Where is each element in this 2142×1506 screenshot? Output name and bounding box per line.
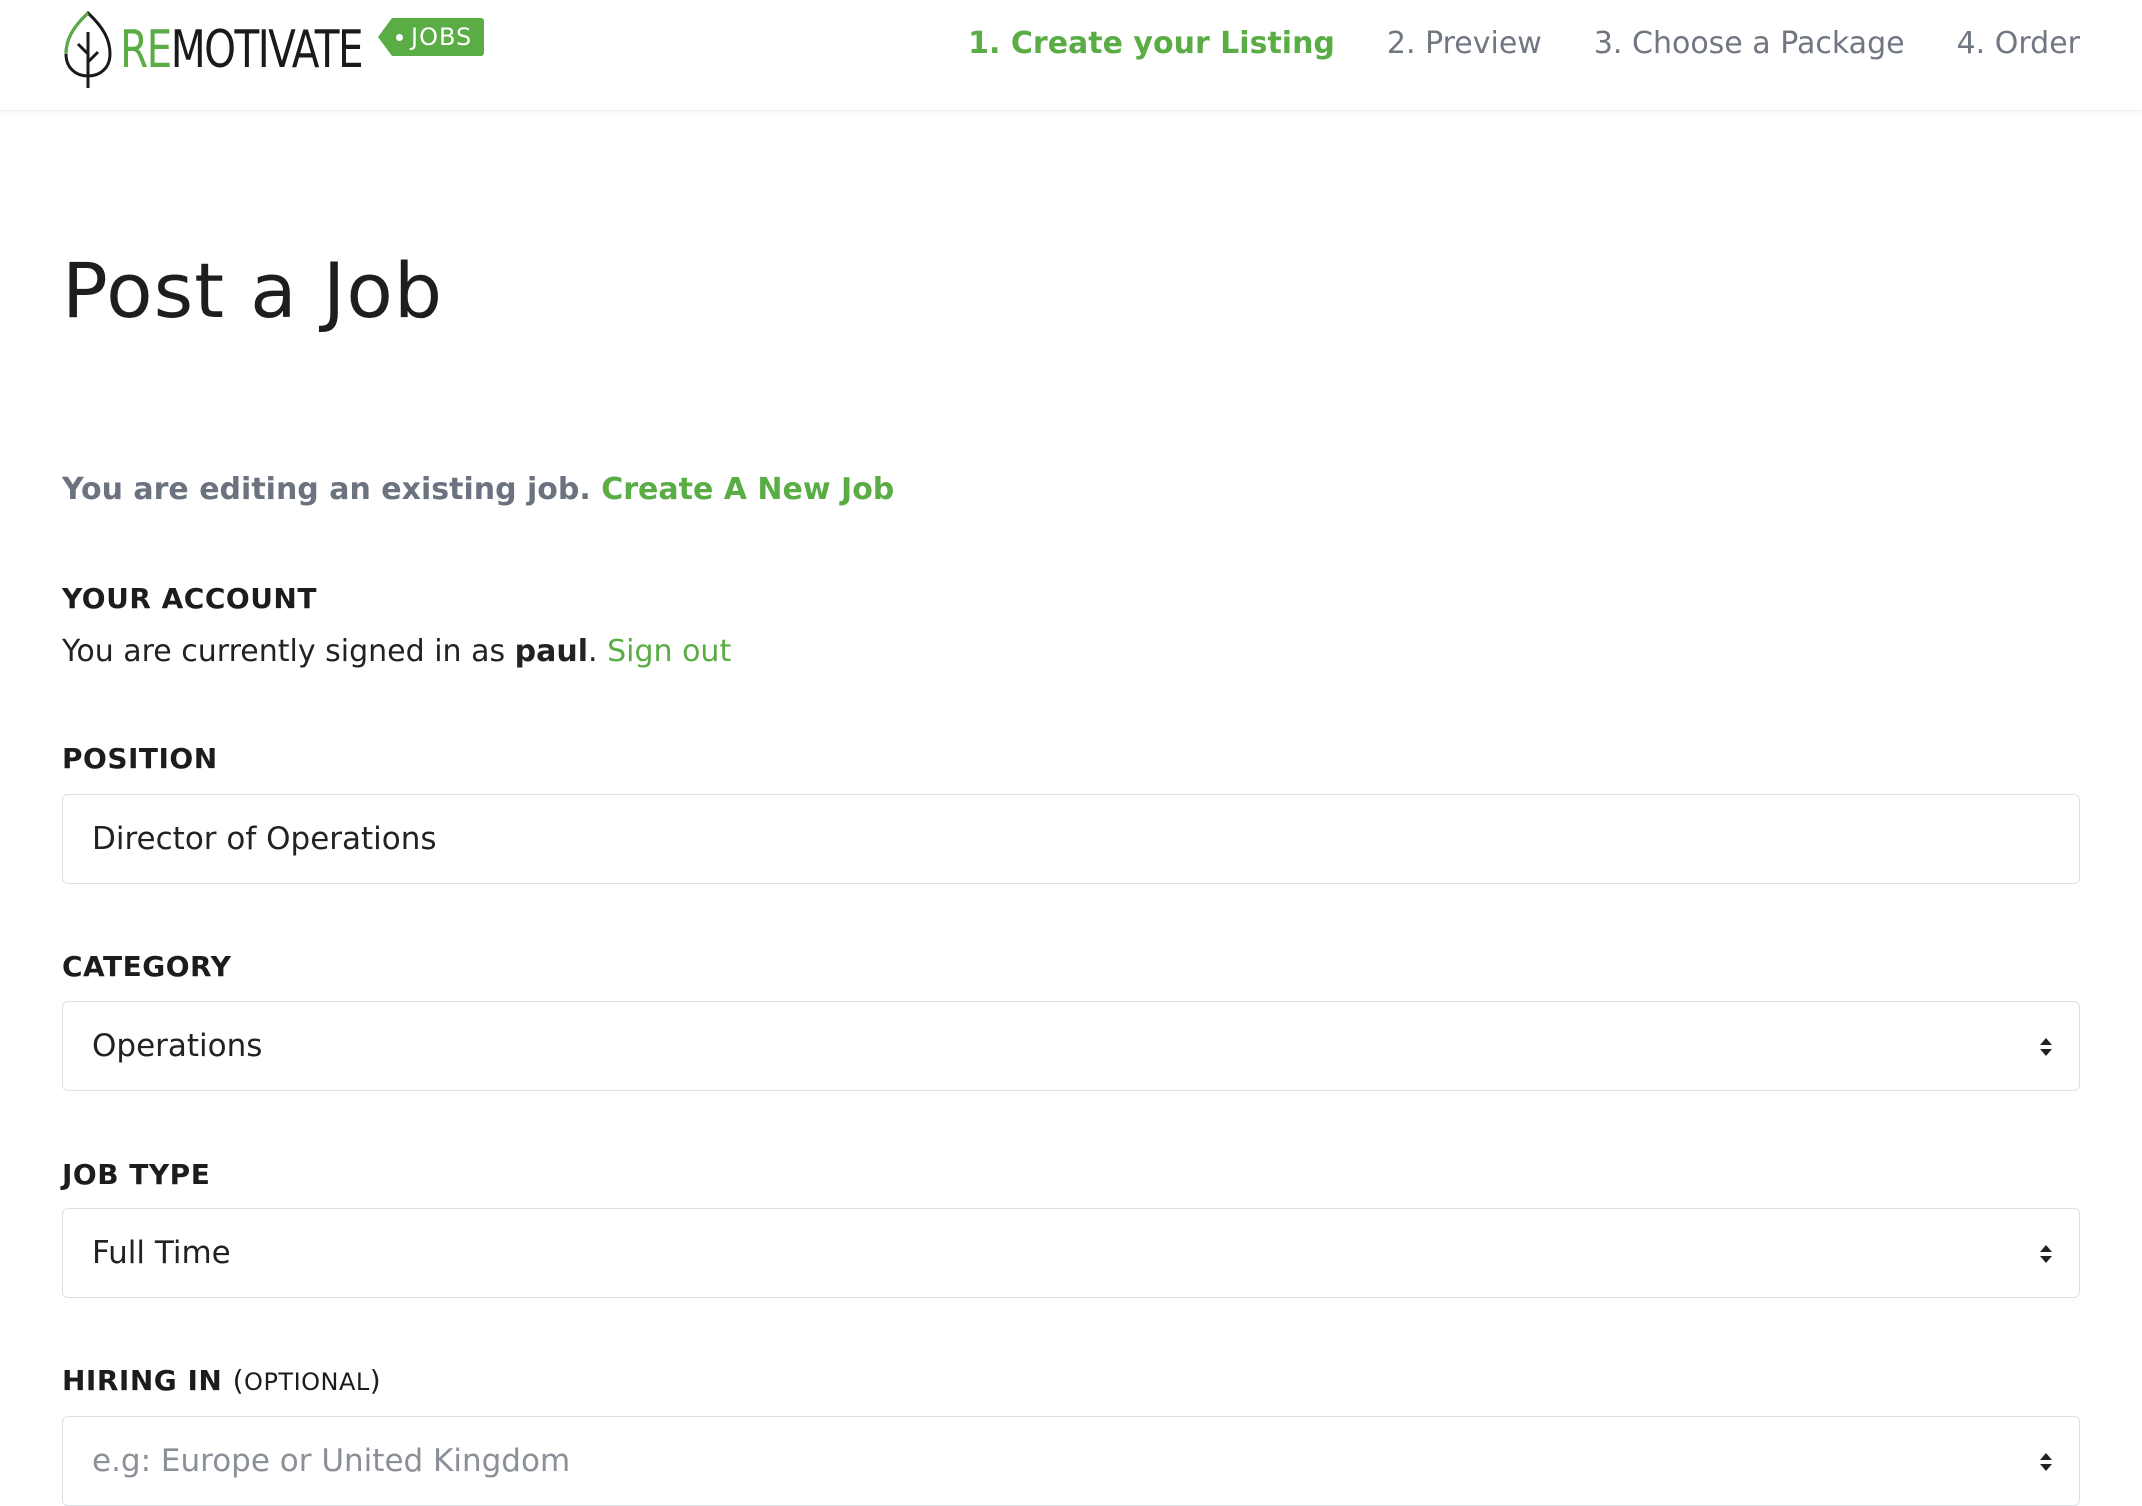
select-arrows-icon [2040,1245,2052,1263]
jobs-tag-label: JOBS [411,23,473,51]
category-selected-value: Operations [92,1028,263,1064]
signed-in-prefix: You are currently signed in as [62,634,506,669]
sign-out-link[interactable]: Sign out [607,634,731,669]
job-type-select[interactable]: Full Time [62,1208,2080,1298]
select-arrows-icon [2040,1038,2052,1056]
step-create-listing[interactable]: 1. Create your Listing [968,26,1335,61]
brand-name-rest: MOTIVATE [170,20,364,80]
hiring-in-label: HIRING IN (OPTIONAL) [62,1364,381,1397]
create-new-job-link[interactable]: Create A New Job [601,472,894,507]
category-label: CATEGORY [62,950,232,983]
signed-in-status: You are currently signed in as paul. Sig… [62,634,731,669]
your-account-heading: YOUR ACCOUNT [62,582,317,615]
job-type-selected-value: Full Time [92,1235,231,1271]
page-title: Post a Job [62,246,444,335]
step-choose-package[interactable]: 3. Choose a Package [1594,26,1905,61]
editing-notice-text: You are editing an existing job. [62,472,591,507]
step-preview[interactable]: 2. Preview [1387,26,1542,61]
site-header: RE MOTIVATE JOBS 1. Create your Listing 2… [0,0,2142,111]
remotivate-jobs-logo[interactable]: RE MOTIVATE [62,10,430,90]
hiring-in-placeholder: e.g: Europe or United Kingdom [92,1443,571,1479]
jobs-tag: JOBS [378,18,485,56]
category-select[interactable]: Operations [62,1001,2080,1091]
select-arrows-icon [2040,1453,2052,1471]
username: paul [514,634,589,669]
brand-name: RE MOTIVATE [120,20,364,80]
editing-notice: You are editing an existing job. Create … [62,472,894,507]
hiring-in-select[interactable]: e.g: Europe or United Kingdom [62,1416,2080,1506]
position-field [62,794,2080,884]
tag-dot [396,33,403,41]
checkout-steps: 1. Create your Listing 2. Preview 3. Cho… [968,26,2080,61]
position-label: POSITION [62,742,218,775]
leaf-logo-icon [64,10,112,88]
step-order[interactable]: 4. Order [1957,26,2080,61]
optional-hint: (OPTIONAL) [232,1364,382,1397]
period: . [588,634,598,669]
position-input[interactable] [92,795,1992,883]
hiring-in-label-text: HIRING IN [62,1364,223,1397]
brand-name-prefix: RE [120,20,172,80]
job-type-label: JOB TYPE [62,1158,211,1191]
